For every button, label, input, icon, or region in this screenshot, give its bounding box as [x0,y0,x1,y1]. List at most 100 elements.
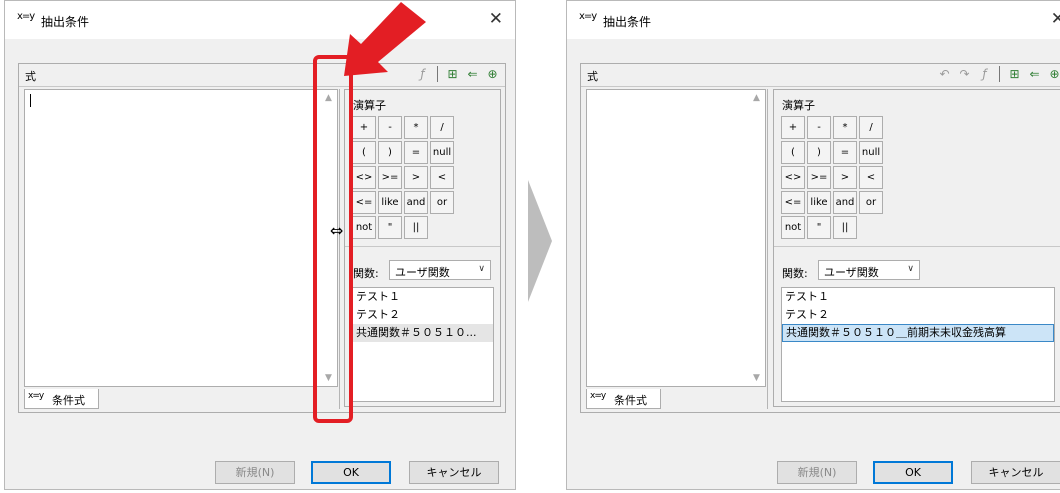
add-function-icon[interactable]: ⊕ [484,65,501,83]
op-equals-button[interactable]: = [833,141,857,164]
op-null-button[interactable]: null [859,141,883,164]
operator-title: 演算子 [782,99,815,112]
vertical-scrollbar[interactable]: ▲ ▼ [751,90,765,386]
title-bar: x=y 抽出条件 ✕ [567,1,1060,39]
list-item[interactable]: テスト２ [353,306,493,324]
function-label: 関数: [353,267,379,280]
function-type-value: ユーザ関数 [824,266,879,279]
right-dialog: x=y 抽出条件 ✕ 式 ↶ ↷ ƒ ⊞ ⇐ ⊕ ▲ ▼ x=y 条件式 演算子… [566,0,1060,490]
operator-grid: + - * / ( ) = null <> >= > < <= like and… [781,116,883,239]
list-item[interactable]: 共通関数＃５０５１０＿前期末未収金残高算 [782,324,1054,342]
op-open-paren-button[interactable]: ( [352,141,376,164]
transition-arrow-icon [528,180,552,302]
formula-label: 式 [25,70,36,83]
op-or-button[interactable]: or [859,191,883,214]
op-like-button[interactable]: like [807,191,831,214]
expression-icon: x=y [579,11,597,22]
op-concat-button[interactable]: || [833,216,857,239]
field-insert-icon[interactable]: ⇐ [1026,65,1043,83]
op-gte-button[interactable]: >= [378,166,402,189]
op-plus-button[interactable]: + [781,116,805,139]
panel-divider [345,246,500,247]
op-plus-button[interactable]: + [352,116,376,139]
tab-condition[interactable]: x=y 条件式 [586,389,661,409]
op-gt-button[interactable]: > [833,166,857,189]
op-lte-button[interactable]: <= [781,191,805,214]
function-type-select[interactable]: ユーザ関数 ∨ [818,260,920,280]
op-lt-button[interactable]: < [859,166,883,189]
toolbar: ↶ ↷ ƒ ⊞ ⇐ ⊕ [936,65,1060,83]
scroll-up-icon[interactable]: ▲ [753,93,760,103]
list-item[interactable]: テスト１ [782,288,1054,306]
op-lt-button[interactable]: < [430,166,454,189]
op-gte-button[interactable]: >= [807,166,831,189]
title-bar: x=y 抽出条件 ✕ [5,1,515,39]
operator-grid: + - * / ( ) = null <> >= > < <= like and… [352,116,454,239]
op-or-button[interactable]: or [430,191,454,214]
chevron-down-icon: ∨ [907,264,914,274]
op-open-paren-button[interactable]: ( [781,141,805,164]
formula-text-area[interactable]: ▲ ▼ [586,89,766,387]
toolbar-separator [437,66,438,82]
editor-header: 式 ↶ ↷ ƒ ⊞ ⇐ ⊕ [581,64,1060,87]
scroll-down-icon[interactable]: ▼ [753,373,760,383]
function-type-select[interactable]: ユーザ関数 ∨ [389,260,491,280]
formula-text-area[interactable]: ▲ ▼ [24,89,338,387]
function-list[interactable]: テスト１ テスト２ 共通関数＃５０５１０... [352,287,494,402]
op-and-button[interactable]: and [404,191,428,214]
op-minus-button[interactable]: - [807,116,831,139]
chevron-down-icon: ∨ [478,264,485,274]
op-multiply-button[interactable]: * [833,116,857,139]
op-lte-button[interactable]: <= [352,191,376,214]
op-not-equal-button[interactable]: <> [352,166,376,189]
new-button[interactable]: 新規(N) [215,461,295,484]
list-item[interactable]: 共通関数＃５０５１０... [353,324,493,342]
add-function-icon[interactable]: ⊕ [1046,65,1060,83]
clear-icon[interactable]: ƒ [976,65,993,83]
op-null-button[interactable]: null [430,141,454,164]
tab-condition-label: 条件式 [614,394,647,407]
function-list[interactable]: テスト１ テスト２ 共通関数＃５０５１０＿前期末未収金残高算 [781,287,1055,402]
table-icon[interactable]: ⊞ [444,65,461,83]
left-dialog: x=y 抽出条件 ✕ 式 ƒ ⊞ ⇐ ⊕ ▲ ▼ x=y 条件式 演算子 + -… [4,0,516,490]
close-icon[interactable]: ✕ [1051,9,1060,29]
op-not-equal-button[interactable]: <> [781,166,805,189]
op-not-button[interactable]: not [352,216,376,239]
cancel-button[interactable]: キャンセル [971,461,1060,484]
function-type-value: ユーザ関数 [395,266,450,279]
tab-condition[interactable]: x=y 条件式 [24,389,99,409]
close-icon[interactable]: ✕ [489,9,503,29]
op-close-paren-button[interactable]: ) [378,141,402,164]
op-not-button[interactable]: not [781,216,805,239]
dialog-title: 抽出条件 [603,15,652,29]
editor-frame: 式 ƒ ⊞ ⇐ ⊕ ▲ ▼ x=y 条件式 演算子 + - * / () = … [18,63,506,413]
splitter[interactable] [767,89,768,409]
ok-button[interactable]: OK [873,461,953,484]
field-insert-icon[interactable]: ⇐ [464,65,481,83]
op-quote-button[interactable]: " [378,216,402,239]
op-like-button[interactable]: like [378,191,402,214]
op-divide-button[interactable]: / [430,116,454,139]
formula-label: 式 [587,70,598,83]
table-icon[interactable]: ⊞ [1006,65,1023,83]
op-quote-button[interactable]: " [807,216,831,239]
operator-title: 演算子 [353,99,386,112]
new-button[interactable]: 新規(N) [777,461,857,484]
list-item[interactable]: テスト２ [782,306,1054,324]
red-arrow-icon [344,2,426,76]
op-and-button[interactable]: and [833,191,857,214]
op-minus-button[interactable]: - [378,116,402,139]
redo-icon[interactable]: ↷ [956,65,973,83]
op-multiply-button[interactable]: * [404,116,428,139]
list-item[interactable]: テスト１ [353,288,493,306]
cancel-button[interactable]: キャンセル [409,461,499,484]
op-concat-button[interactable]: || [404,216,428,239]
op-close-paren-button[interactable]: ) [807,141,831,164]
op-equals-button[interactable]: = [404,141,428,164]
toolbar-separator [999,66,1000,82]
dialog-title: 抽出条件 [41,15,90,29]
op-gt-button[interactable]: > [404,166,428,189]
undo-icon[interactable]: ↶ [936,65,953,83]
ok-button[interactable]: OK [311,461,391,484]
op-divide-button[interactable]: / [859,116,883,139]
